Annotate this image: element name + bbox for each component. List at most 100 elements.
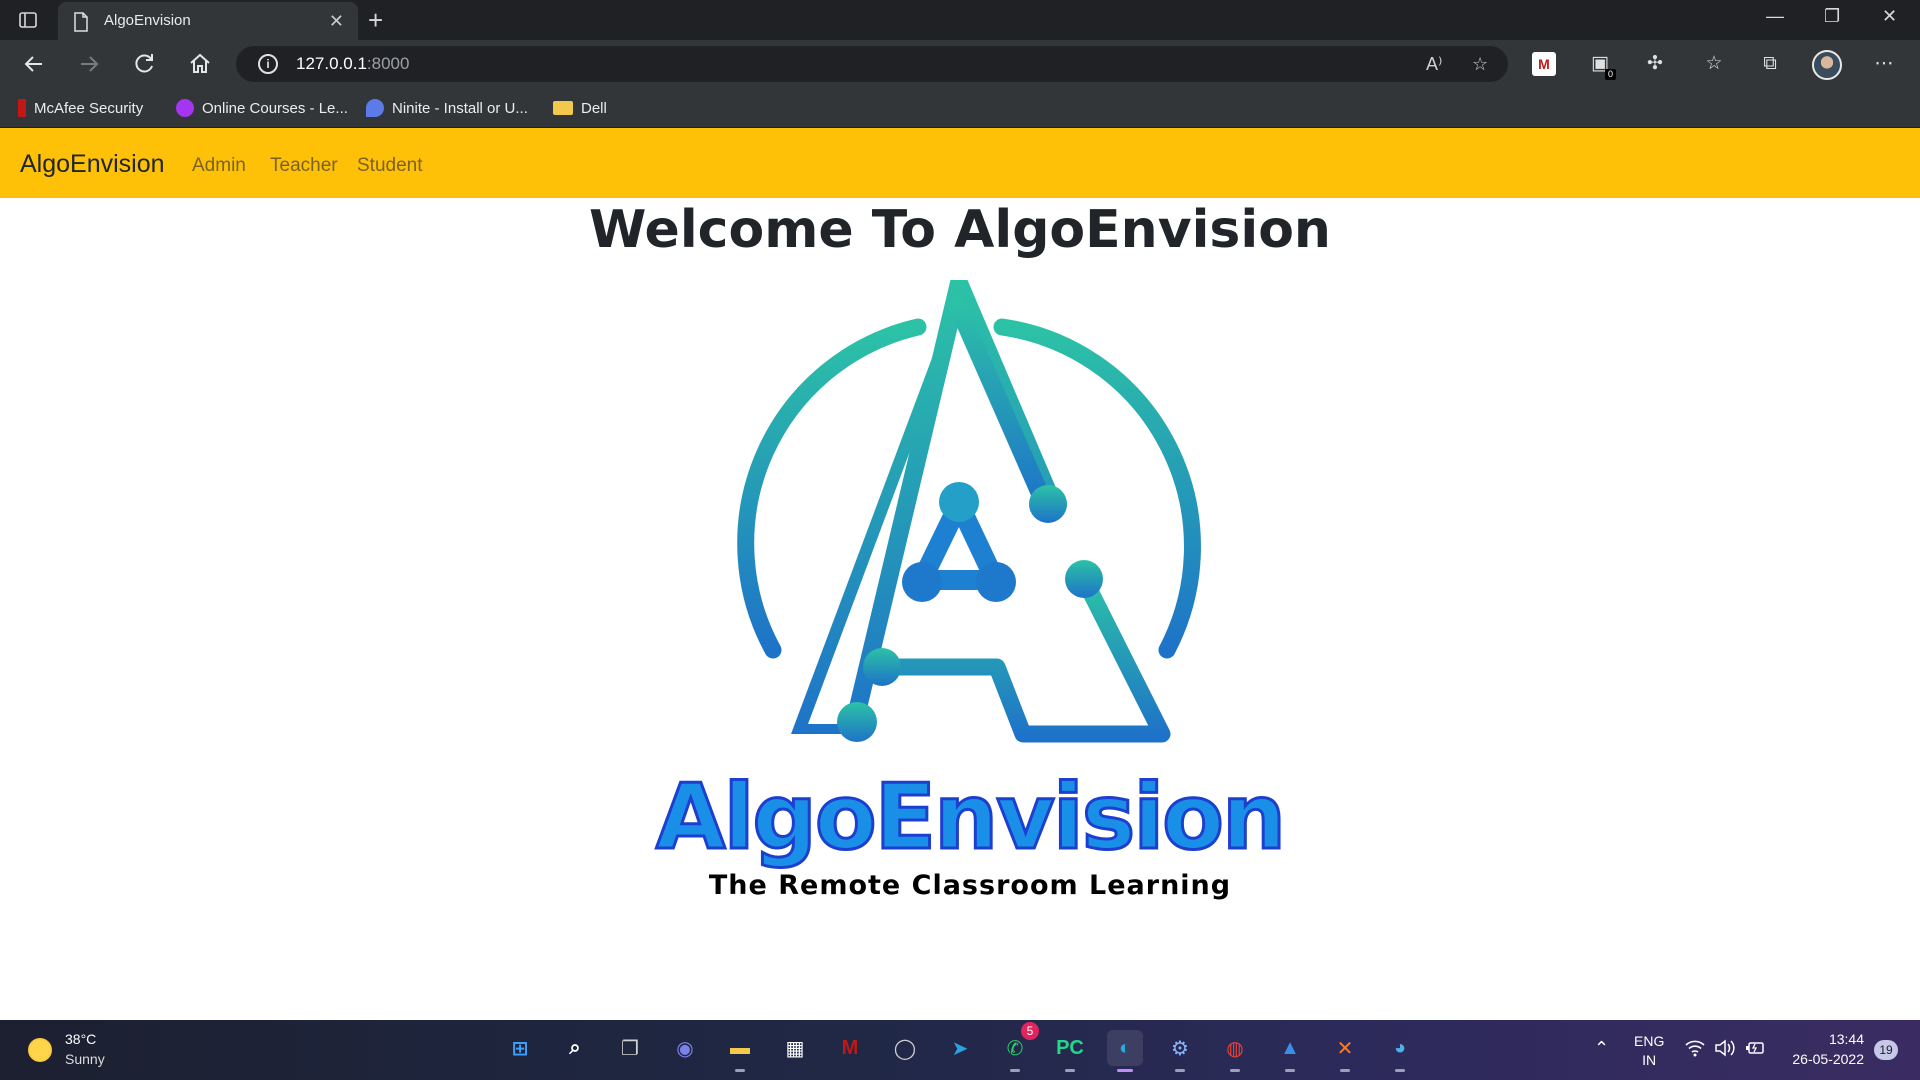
whatsapp-glyph: ✆ bbox=[1006, 1037, 1024, 1060]
running-indicator bbox=[1010, 1069, 1020, 1072]
task-view-glyph: ❐ bbox=[621, 1037, 639, 1060]
url-text[interactable]: 127.0.0.1:8000 bbox=[296, 54, 409, 74]
wifi-icon[interactable] bbox=[1684, 1038, 1706, 1063]
bookmark-online-courses[interactable]: Online Courses - Le... bbox=[176, 88, 348, 128]
bookmark-label: McAfee Security bbox=[34, 99, 144, 117]
bookmark-mcafee[interactable]: McAfee Security bbox=[18, 88, 143, 128]
favorites-icon[interactable]: ☆ bbox=[1702, 52, 1726, 76]
mcafee-extension-icon[interactable]: M bbox=[1532, 52, 1556, 76]
more-icon[interactable]: ⋯ bbox=[1872, 52, 1896, 76]
nav-link-student[interactable]: Student bbox=[357, 155, 423, 177]
profile-avatar[interactable] bbox=[1812, 50, 1842, 80]
taskbar-whatsapp-icon[interactable]: ✆ 5 bbox=[997, 1022, 1039, 1072]
mcafee-glyph: M bbox=[841, 1036, 859, 1059]
battery-icon[interactable] bbox=[1744, 1038, 1766, 1063]
taskbar-dell-icon[interactable]: ◯ bbox=[887, 1030, 923, 1066]
running-indicator bbox=[1117, 1069, 1133, 1072]
nav-link-admin[interactable]: Admin bbox=[192, 155, 246, 177]
taskbar-xampp-icon[interactable]: ✕ bbox=[1327, 1030, 1363, 1072]
clock-date[interactable]: 26-05-2022 bbox=[1792, 1051, 1864, 1067]
chrome-glyph: ◍ bbox=[1226, 1037, 1244, 1060]
folder-icon bbox=[553, 101, 573, 115]
new-tab-button[interactable]: + bbox=[368, 5, 383, 36]
back-icon[interactable] bbox=[20, 50, 48, 78]
weather-sun-icon[interactable] bbox=[28, 1038, 52, 1062]
taskbar-start-icon[interactable]: ⊞ bbox=[502, 1030, 538, 1066]
ninite-icon bbox=[366, 99, 384, 117]
volume-icon[interactable] bbox=[1714, 1038, 1736, 1063]
udemy-icon bbox=[176, 99, 194, 117]
read-aloud-icon[interactable]: A⁾ bbox=[1426, 54, 1442, 75]
taskbar-file-explorer-icon[interactable]: ▬ bbox=[722, 1030, 758, 1072]
dell-glyph: ◯ bbox=[893, 1037, 917, 1060]
taskbar-photos-icon[interactable]: ▲ bbox=[1272, 1030, 1308, 1072]
taskbar-earth-icon[interactable]: ◕ bbox=[1382, 1030, 1418, 1072]
info-icon[interactable]: i bbox=[258, 54, 278, 74]
refresh-icon[interactable] bbox=[130, 50, 158, 78]
address-bar[interactable]: i 127.0.0.1:8000 A⁾ ☆ bbox=[236, 46, 1508, 82]
weather-description[interactable]: Sunny bbox=[65, 1051, 105, 1067]
nav-link-teacher[interactable]: Teacher bbox=[270, 155, 338, 177]
page-title: Welcome To AlgoEnvision bbox=[589, 200, 1331, 260]
clock-time[interactable]: 13:44 bbox=[1829, 1031, 1864, 1047]
windows-taskbar: 38°C Sunny ⊞ ⌕ ❐ ◉ ▬ ▦ M ◯ ➤ ✆ 5 PC ◐ ⚙ ◍ ▲ ✕ ◕ ⌃ ENG IN … bbox=[0, 1020, 1920, 1080]
site-navbar: AlgoEnvision Admin Teacher Student bbox=[0, 128, 1920, 198]
logo-title: AlgoEnvision bbox=[654, 764, 1287, 872]
running-indicator bbox=[735, 1069, 745, 1072]
minimize-button[interactable]: — bbox=[1766, 6, 1784, 27]
region-code: IN bbox=[1642, 1052, 1657, 1068]
taskbar-edge-icon[interactable]: ◐ bbox=[1107, 1030, 1143, 1072]
tab-title: AlgoEnvision bbox=[104, 12, 191, 29]
collections-icon[interactable]: ⧉ bbox=[1758, 52, 1782, 76]
taskbar-teams-chat-icon[interactable]: ◉ bbox=[667, 1030, 703, 1066]
language-code: ENG bbox=[1634, 1033, 1665, 1049]
input-language[interactable]: ENG IN bbox=[1634, 1032, 1664, 1070]
navbar-brand[interactable]: AlgoEnvision bbox=[20, 150, 165, 179]
running-indicator bbox=[1340, 1069, 1350, 1072]
add-favorite-icon[interactable]: ☆ bbox=[1472, 54, 1488, 75]
taskbar-pycharm-icon[interactable]: PC bbox=[1052, 1030, 1088, 1072]
extensions-icon[interactable]: ✣ bbox=[1643, 52, 1667, 76]
extension-badge: 0 bbox=[1605, 69, 1616, 80]
taskbar-microsoft-store-icon[interactable]: ▦ bbox=[777, 1030, 813, 1066]
taskbar-mcafee-icon[interactable]: M bbox=[832, 1030, 868, 1066]
file-explorer-glyph: ▬ bbox=[730, 1036, 750, 1059]
extension-counter-icon[interactable]: ▣ 0 bbox=[1588, 52, 1616, 80]
screen: AlgoEnvision ✕ + — ❐ ✕ i 127.0.0.1:8000 … bbox=[0, 0, 1920, 1080]
running-indicator bbox=[1285, 1069, 1295, 1072]
taskbar-task-view-icon[interactable]: ❐ bbox=[612, 1030, 648, 1066]
page-icon bbox=[74, 12, 88, 32]
taskbar-chrome-icon[interactable]: ◍ bbox=[1217, 1030, 1253, 1072]
bookmark-label: Online Courses - Le... bbox=[202, 99, 348, 117]
notification-count-badge[interactable]: 19 bbox=[1874, 1040, 1898, 1060]
active-tab[interactable]: AlgoEnvision ✕ bbox=[58, 2, 358, 40]
weather-temperature[interactable]: 38°C bbox=[65, 1031, 96, 1047]
photos-glyph: ▲ bbox=[1280, 1036, 1300, 1059]
teams-chat-glyph: ◉ bbox=[676, 1037, 694, 1060]
notification-badge: 5 bbox=[1021, 1022, 1039, 1040]
forward-icon[interactable] bbox=[75, 50, 103, 78]
mcafee-icon bbox=[18, 99, 26, 117]
close-window-button[interactable]: ✕ bbox=[1882, 6, 1897, 27]
home-icon[interactable] bbox=[186, 50, 214, 78]
taskbar-settings-icon[interactable]: ⚙ bbox=[1162, 1030, 1198, 1072]
show-hidden-icons-chevron-icon[interactable]: ⌃ bbox=[1594, 1038, 1609, 1059]
earth-glyph: ◕ bbox=[1393, 1036, 1407, 1059]
restore-button[interactable]: ❐ bbox=[1824, 6, 1840, 27]
telegram-glyph: ➤ bbox=[951, 1037, 969, 1060]
bookmark-ninite[interactable]: Ninite - Install or U... bbox=[366, 88, 528, 128]
tab-actions-icon[interactable] bbox=[18, 10, 38, 30]
edge-glyph: ◐ bbox=[1118, 1036, 1132, 1059]
taskbar-telegram-icon[interactable]: ➤ bbox=[942, 1030, 978, 1066]
bookmarks-bar: McAfee Security Online Courses - Le... N… bbox=[0, 88, 1920, 128]
running-indicator bbox=[1395, 1069, 1405, 1072]
running-indicator bbox=[1230, 1069, 1240, 1072]
bookmark-folder-dell[interactable]: Dell bbox=[553, 88, 607, 128]
running-indicator bbox=[1175, 1069, 1185, 1072]
taskbar-search-icon[interactable]: ⌕ bbox=[557, 1030, 593, 1066]
pycharm-glyph: PC bbox=[1056, 1036, 1084, 1059]
tab-close-icon[interactable]: ✕ bbox=[329, 11, 344, 32]
settings-glyph: ⚙ bbox=[1171, 1037, 1189, 1060]
bookmark-label: Ninite - Install or U... bbox=[392, 99, 528, 117]
start-glyph: ⊞ bbox=[511, 1037, 529, 1060]
